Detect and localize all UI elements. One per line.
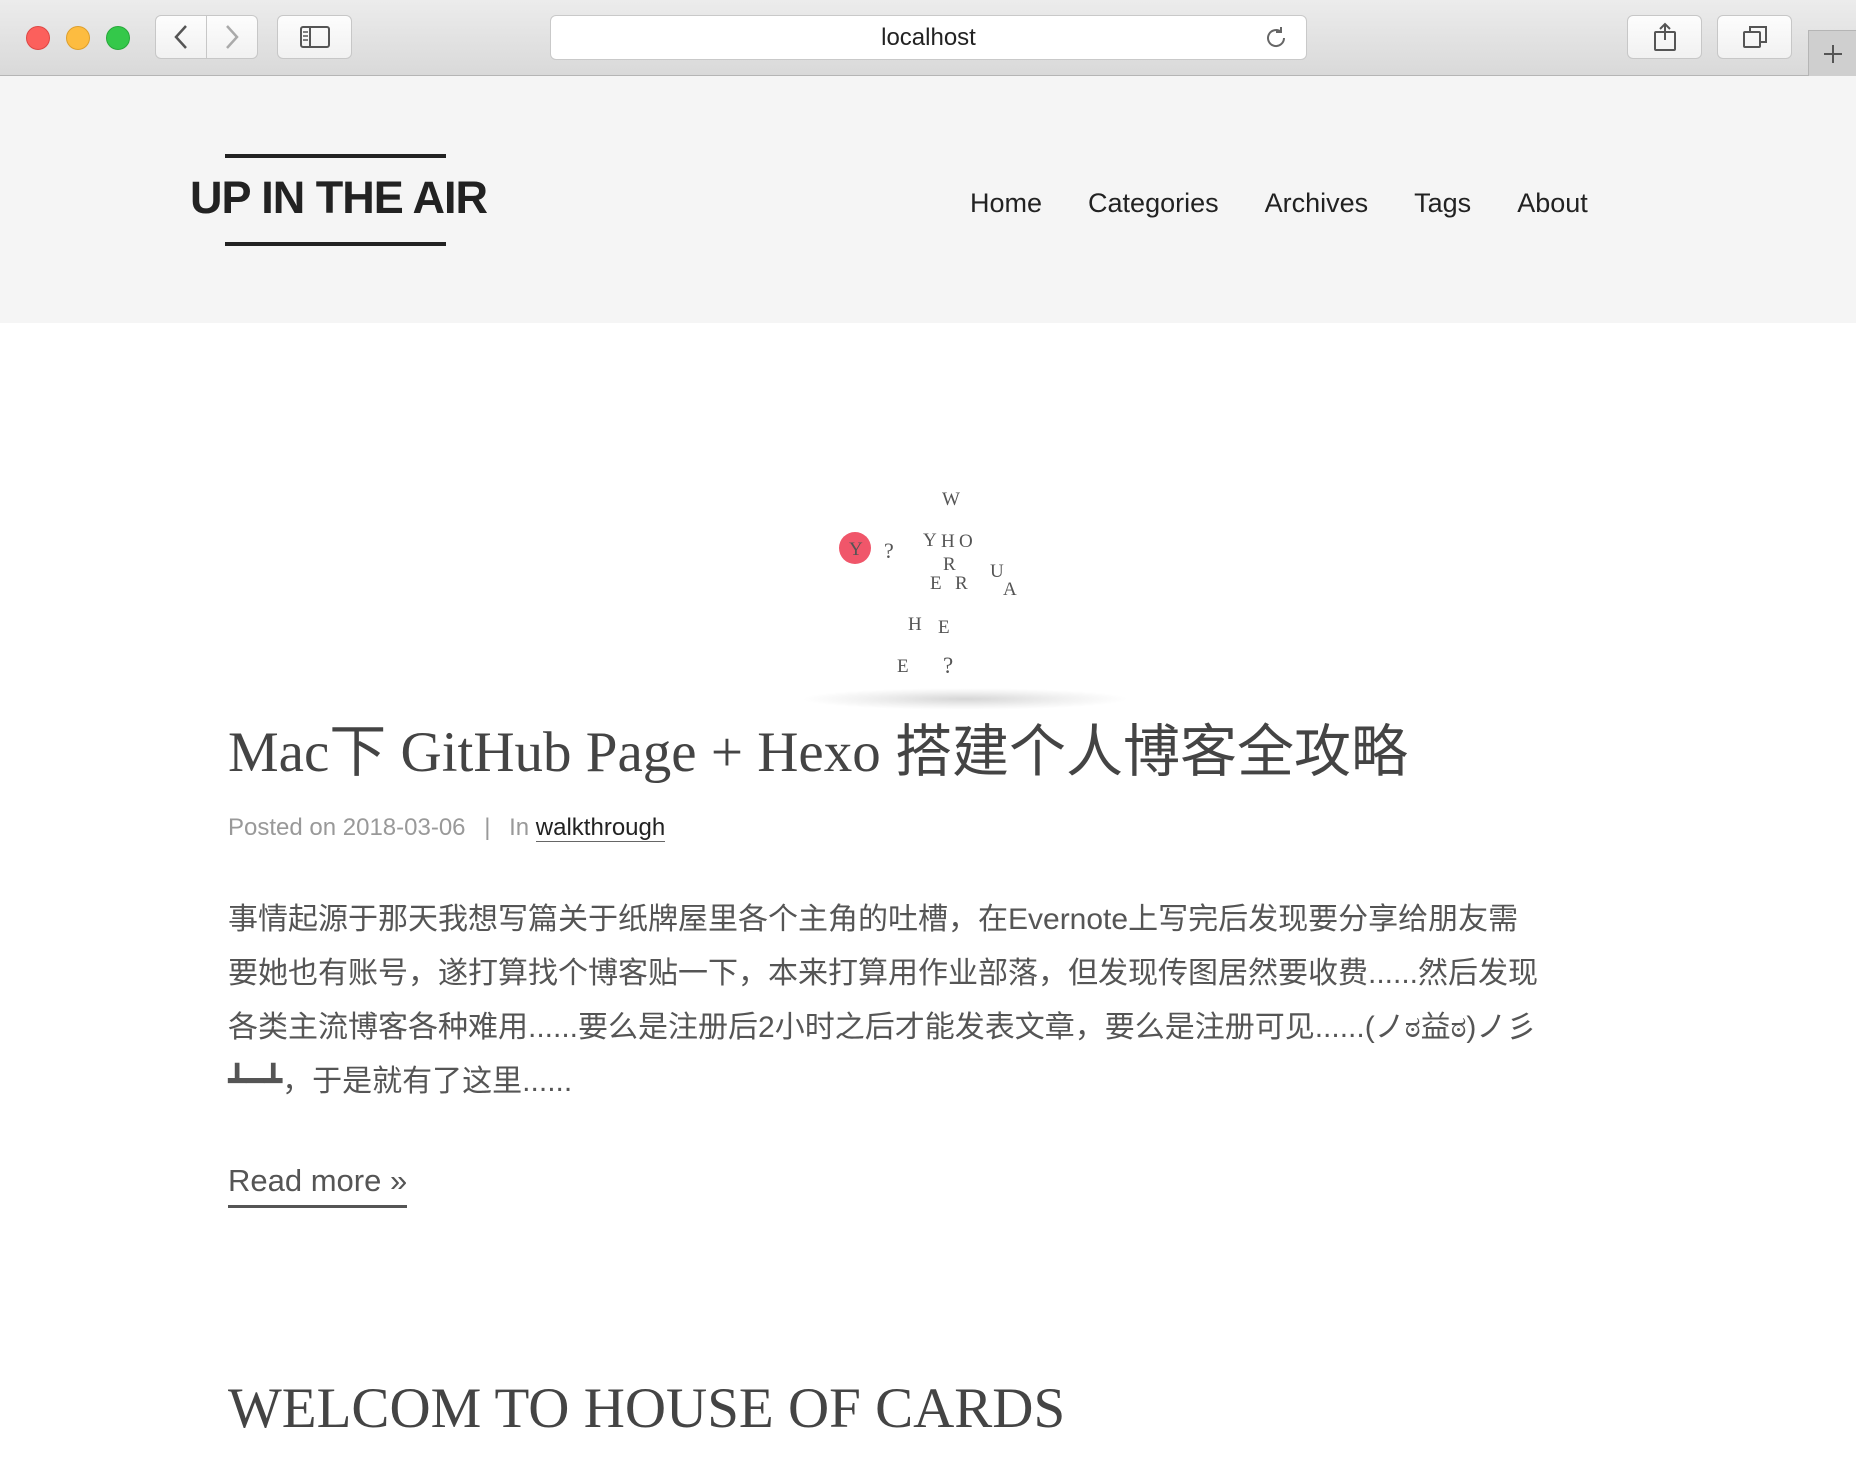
post-meta: Posted on 2018-03-06 | In walkthrough [228,812,666,844]
reload-icon[interactable] [1264,26,1288,50]
animation-shadow [800,688,1130,710]
letter: O [959,531,973,552]
nav-about[interactable]: About [1517,186,1588,220]
brand-top-rule [225,154,446,158]
browser-toolbar: localhost [0,0,1856,76]
excerpt-line: 要她也有账号，遂打算找个博客贴一下，本来打算用作业部落，但发现传图居然要收费..… [228,957,1539,990]
excerpt-line: 事情起源于那天我想写篇关于纸牌屋里各个主角的吐槽，在Evernote上写完后发现… [228,903,1519,936]
post-title[interactable]: WELCOM TO HOUSE OF CARDS [228,1371,1065,1447]
chevron-left-icon [174,25,187,49]
sidebar-toggle-button[interactable] [277,15,352,59]
letter: Y [849,539,863,560]
nav-archives[interactable]: Archives [1265,186,1369,220]
site-title[interactable]: UP IN THE AIR [190,166,490,230]
letter: A [1003,579,1017,600]
url-text[interactable]: localhost [551,16,1306,59]
plus-icon [1823,44,1842,63]
excerpt-line: ┻━┻，于是就有了这里...... [228,1065,573,1098]
letter: Y [923,530,937,551]
letter: W [942,489,960,510]
share-icon [1653,22,1676,51]
excerpt-line: 各类主流博客各种难用......要么是注册后2小时之后才能发表文章，要么是注册可… [228,1011,1537,1044]
new-tab-button[interactable] [1808,30,1856,76]
brand-bottom-rule [225,242,446,246]
close-window-button[interactable] [26,26,50,50]
address-bar[interactable]: localhost [550,15,1307,60]
read-more-link[interactable]: Read more » [228,1161,408,1208]
minimize-window-button[interactable] [66,26,90,50]
chevron-right-icon [226,25,239,49]
letter: H [908,614,922,635]
site-header: UP IN THE AIR Home Categories Archives T… [0,76,1856,323]
category-link[interactable]: walkthrough [535,814,666,842]
share-button[interactable] [1627,15,1702,59]
main-content: W Y ? Y H O R U E R A H E E ? Mac下 GitHu… [0,323,1856,1458]
sidebar-icon [299,26,330,48]
letter: R [955,573,968,594]
letter: ? [884,538,894,563]
forward-button[interactable] [207,15,258,59]
letter: E [930,573,942,594]
tab-overview-button[interactable] [1717,15,1792,59]
post-date: 2018-03-06 [342,814,466,841]
posted-on-label: Posted on [228,814,337,841]
maximize-window-button[interactable] [106,26,130,50]
post-excerpt: 事情起源于那天我想写篇关于纸牌屋里各个主角的吐槽，在Evernote上写完后发现… [228,893,1628,1109]
nav-tags[interactable]: Tags [1414,186,1471,220]
letter: E [938,617,950,638]
letter: ? [943,653,954,678]
back-button[interactable] [155,15,207,59]
post-title[interactable]: Mac下 GitHub Page + Hexo 搭建个人博客全攻略 [228,715,1408,791]
main-nav: Home Categories Archives Tags About [970,186,1588,220]
nav-categories[interactable]: Categories [1088,186,1219,220]
letter: U [990,561,1004,582]
letter: H [941,531,955,552]
letter: R [943,554,956,575]
nav-home[interactable]: Home [970,186,1042,220]
falling-letters-animation: W Y ? Y H O R U E R A H E E ? [820,483,1140,723]
meta-separator: | [484,814,491,841]
letter: E [897,656,909,677]
in-label: In [509,814,530,841]
tabs-overview-icon [1742,26,1767,48]
